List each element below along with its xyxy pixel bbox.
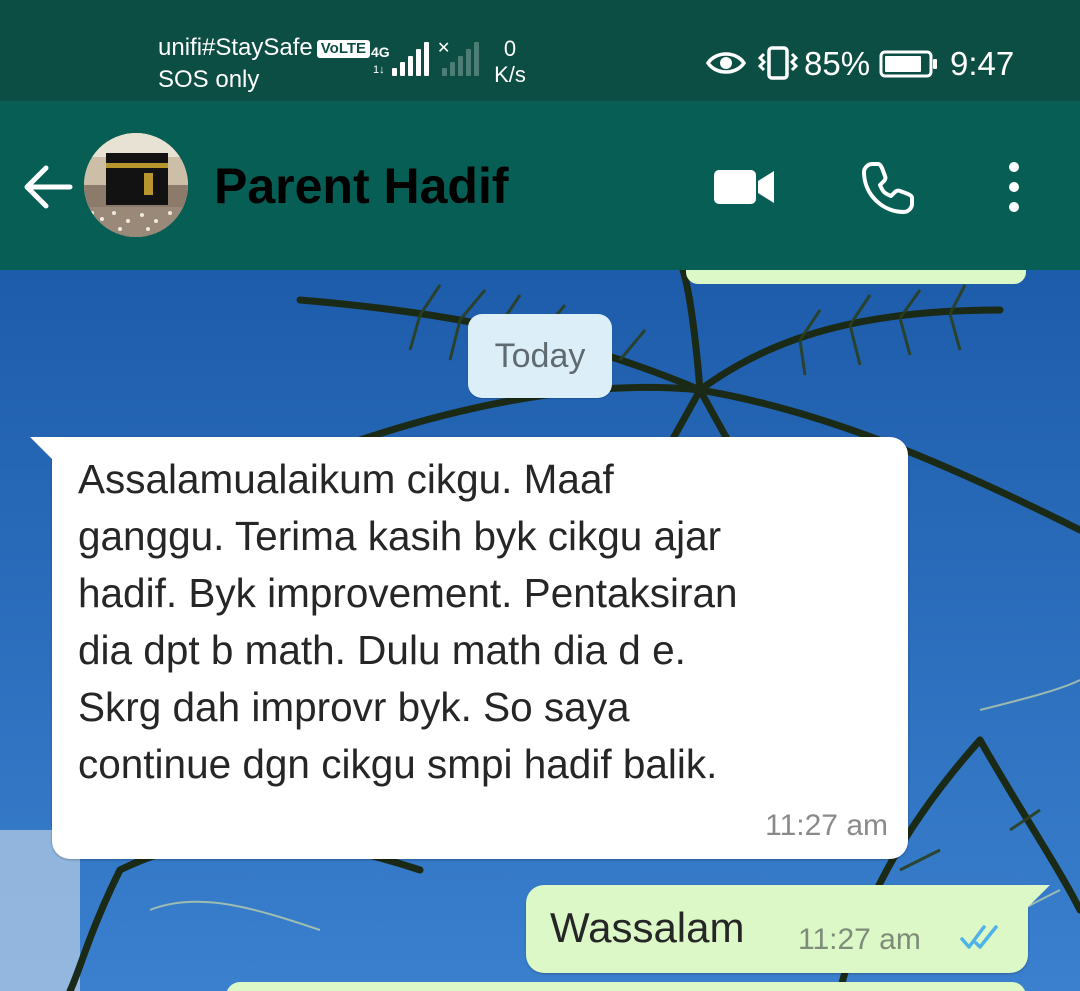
bubble-tail xyxy=(1028,885,1050,907)
carrier-label: unifi#StaySafe VoLTE xyxy=(158,34,371,62)
message-line: hadif. Byk improvement. Pentaksiran xyxy=(78,570,738,616)
previous-message-bubble[interactable] xyxy=(686,270,1026,284)
network-type: 4G xyxy=(371,44,390,60)
incoming-message-bubble[interactable]: Assalamualaikum cikgu. Maaf ganggu. Teri… xyxy=(30,437,908,859)
video-call-icon[interactable] xyxy=(712,166,776,208)
speed-value: 0 xyxy=(503,36,517,61)
back-arrow-icon[interactable] xyxy=(22,162,74,212)
more-options-icon[interactable] xyxy=(1000,160,1028,214)
battery-icon xyxy=(879,50,937,78)
message-line: Skrg dah improvr byk. So saya xyxy=(78,684,630,730)
network-speed: 0 K/s xyxy=(490,36,530,88)
message-line: Assalamualaikum cikgu. Maaf xyxy=(78,456,614,502)
outgoing-message-bubble[interactable]: Wassalam 11:27 am xyxy=(526,885,1050,973)
message-line: dia dpt b math. Dulu math dia d e. xyxy=(78,627,686,673)
status-bar: unifi#StaySafe VoLTE SOS only 4G 1↓ ✕ 0 K… xyxy=(0,0,1080,101)
phone-icon[interactable] xyxy=(860,160,916,216)
date-chip: Today xyxy=(468,314,612,398)
message-time: 11:27 am xyxy=(765,809,888,842)
message-time: 11:27 am xyxy=(798,923,921,956)
status-clock: 9:47 xyxy=(950,45,1015,82)
message-line: ganggu. Terima kasih byk cikgu ajar xyxy=(78,513,722,559)
message-text: Assalamualaikum cikgu. Maaf ganggu. Teri… xyxy=(78,451,888,793)
speed-unit: K/s xyxy=(494,62,526,87)
contact-name[interactable]: Parent Hadif xyxy=(214,156,509,216)
chat-area[interactable]: Today Assalamualaikum cikgu. Maaf ganggu… xyxy=(0,270,1080,991)
volte-badge: VoLTE xyxy=(316,40,371,58)
signal-icon xyxy=(392,42,429,76)
message-text: Wassalam xyxy=(550,904,745,951)
carrier-name: unifi#StaySafe xyxy=(158,34,313,61)
bubble-tail xyxy=(30,437,52,459)
sos-status: SOS only xyxy=(158,66,260,93)
network-sub: 1↓ xyxy=(373,64,385,76)
contact-avatar[interactable] xyxy=(84,133,188,237)
read-ticks-icon xyxy=(960,925,998,949)
vibrate-icon xyxy=(757,46,799,80)
battery-percent: 85% xyxy=(804,45,871,82)
message-line: continue dgn cikgu smpi hadif balik. xyxy=(78,741,718,787)
eye-icon xyxy=(706,52,746,74)
signal-empty-icon xyxy=(442,42,479,76)
avatar-image xyxy=(84,133,188,237)
next-message-bubble[interactable] xyxy=(226,982,1026,991)
